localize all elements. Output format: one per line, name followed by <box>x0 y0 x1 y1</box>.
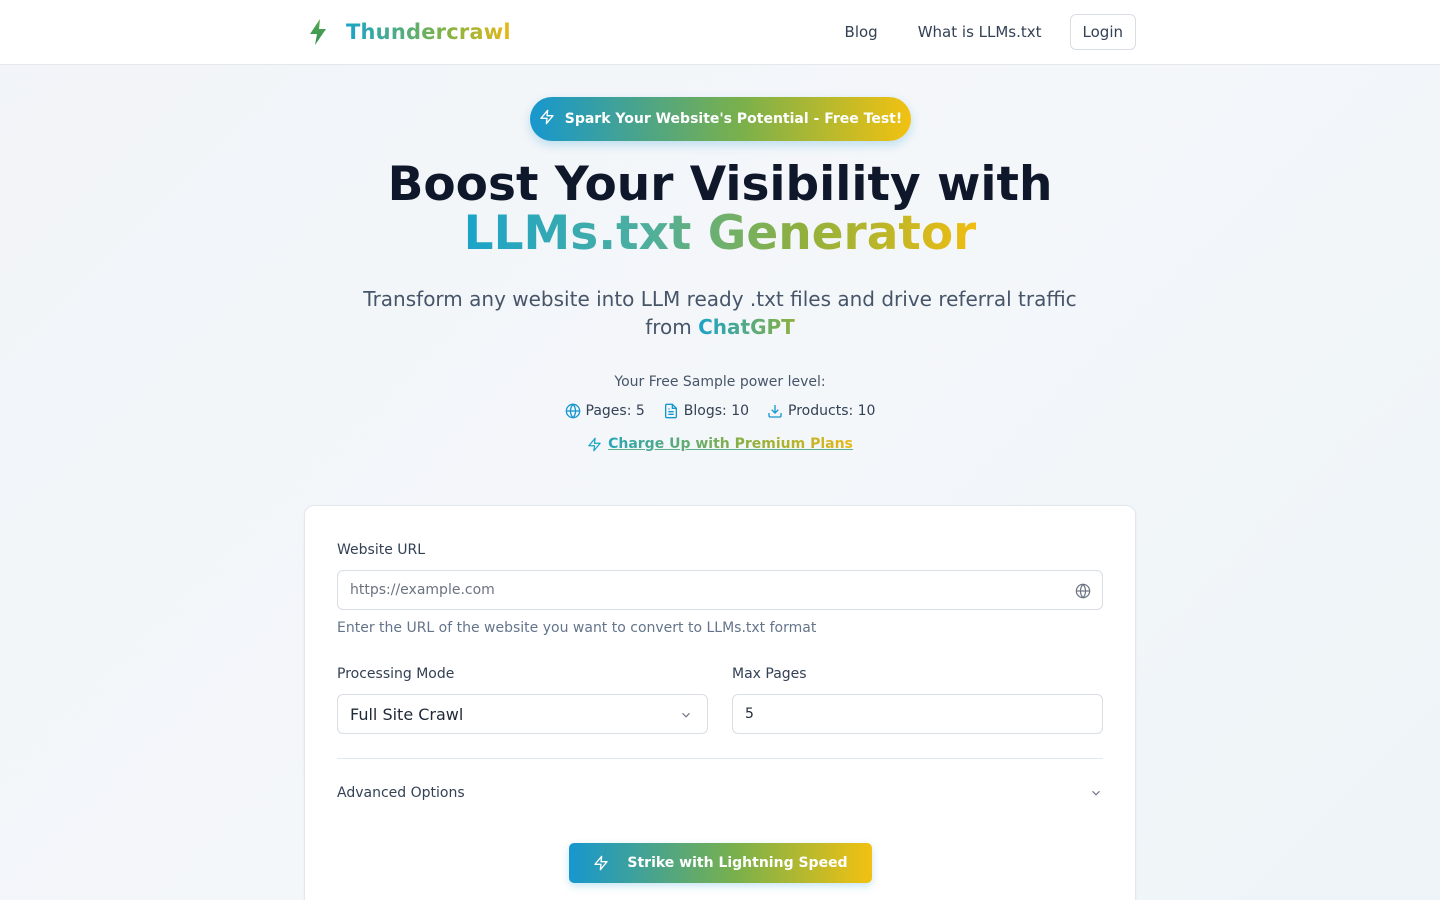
lightning-bolt-icon <box>304 18 332 46</box>
power-level-label: Your Free Sample power level: <box>614 374 826 390</box>
brand-logo-link[interactable]: Thundercrawl <box>304 14 511 50</box>
website-url-hint: Enter the URL of the website you want to… <box>337 620 817 636</box>
stat-products-label: Products: 10 <box>788 403 876 419</box>
power-level-stats: Pages: 5 Blogs: 10 Products: 10 <box>0 401 1440 421</box>
submit-label: Strike with Lightning Speed <box>627 855 848 871</box>
free-test-pill-button[interactable]: Spark Your Website's Potential - Free Te… <box>530 97 911 141</box>
stat-pages: Pages: 5 <box>565 403 645 419</box>
zap-icon <box>539 109 555 129</box>
divider <box>337 758 1103 759</box>
max-pages-input[interactable] <box>732 694 1103 734</box>
pill-label: Spark Your Website's Potential - Free Te… <box>564 111 903 127</box>
processing-mode-select[interactable]: Full Site Crawl <box>337 694 708 734</box>
subtitle-highlight: ChatGPT <box>698 315 795 339</box>
download-icon <box>768 405 782 418</box>
brand-name: Thundercrawl <box>346 20 511 44</box>
nav-link-what-is-llms-txt[interactable]: What is LLMs.txt <box>918 23 1042 41</box>
advanced-options-toggle[interactable]: Advanced Options <box>337 781 1103 805</box>
site-header: Thundercrawl Blog What is LLMs.txt Login <box>0 0 1440 65</box>
premium-plans-label: Charge Up with Premium Plans <box>608 436 853 452</box>
file-text-icon <box>664 403 677 419</box>
premium-plans-link[interactable]: Charge Up with Premium Plans <box>587 436 853 452</box>
processing-mode-value: Full Site Crawl <box>350 704 464 724</box>
globe-icon <box>1075 583 1091 599</box>
generator-form-card: Website URL Enter the URL of the website… <box>304 505 1136 900</box>
website-url-label: Website URL <box>337 542 426 558</box>
generate-submit-button[interactable]: Strike with Lightning Speed <box>569 843 872 883</box>
stat-products: Products: 10 <box>767 403 875 419</box>
stat-pages-label: Pages: 5 <box>585 403 645 419</box>
globe-icon <box>565 403 580 419</box>
advanced-options-label: Advanced Options <box>337 785 465 801</box>
max-pages-label: Max Pages <box>732 666 807 682</box>
nav-link-blog[interactable]: Blog <box>845 23 878 41</box>
premium-plans-link-wrap: Charge Up with Premium Plans <box>0 436 1440 456</box>
hero-title: Boost Your Visibility with LLMs.txt Gene… <box>0 160 1440 258</box>
stat-blogs-label: Blogs: 10 <box>683 403 750 419</box>
processing-mode-label: Processing Mode <box>337 666 455 682</box>
hero-title-line-1: Boost Your Visibility with <box>387 157 1053 212</box>
hero-title-line-2: LLMs.txt Generator <box>463 206 977 261</box>
hero-subtitle: Transform any website into LLM ready .tx… <box>360 285 1080 341</box>
login-button[interactable]: Login <box>1069 14 1136 50</box>
chevron-down-icon <box>1092 790 1100 796</box>
stat-blogs: Blogs: 10 <box>663 403 749 419</box>
chevron-down-icon <box>682 712 690 718</box>
zap-icon <box>594 855 609 871</box>
main-nav: Blog What is LLMs.txt Login <box>845 14 1136 50</box>
website-url-input[interactable] <box>337 570 1103 610</box>
zap-icon <box>588 437 601 451</box>
